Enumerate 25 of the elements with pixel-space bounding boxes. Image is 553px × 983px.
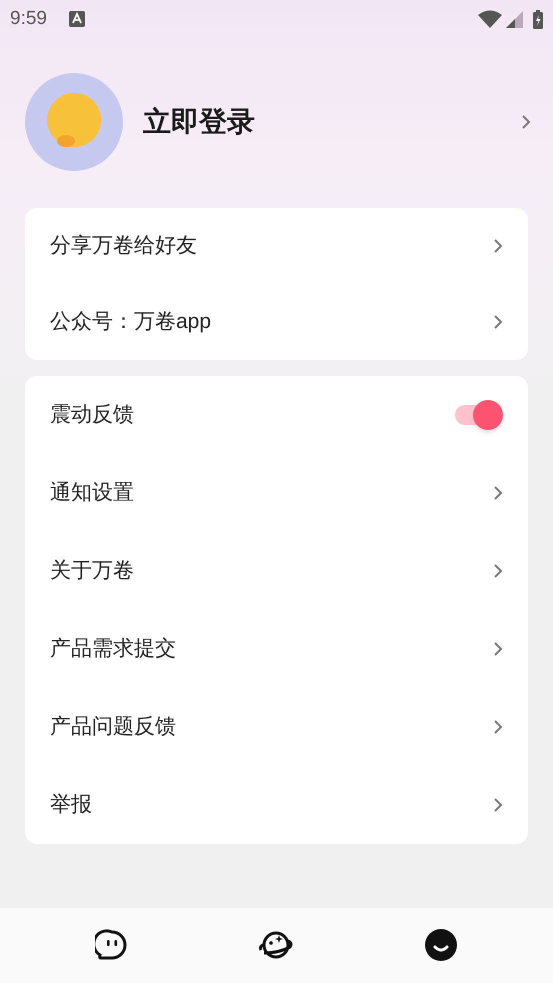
chevron-right-icon	[493, 238, 503, 254]
login-title[interactable]: 立即登录	[143, 101, 521, 143]
chevron-right-icon	[493, 719, 503, 735]
smiley-icon[interactable]	[424, 928, 458, 962]
setting-label[interactable]: 分享万卷给好友	[50, 230, 493, 262]
wifi-icon	[478, 10, 502, 28]
battery-icon	[533, 10, 543, 28]
chevron-right-icon	[521, 114, 531, 130]
setting-label[interactable]: 举报	[50, 789, 493, 821]
chevron-right-icon	[493, 563, 503, 579]
chevron-right-icon	[493, 797, 503, 813]
chat-bubble-icon[interactable]	[95, 928, 130, 962]
keyboard-icon	[68, 11, 85, 27]
chevron-right-icon	[493, 641, 503, 657]
setting-label[interactable]: 产品需求提交	[50, 633, 493, 665]
setting-label[interactable]: 震动反馈	[50, 399, 453, 431]
signal-icon	[506, 10, 523, 28]
setting-label[interactable]: 通知设置	[50, 477, 493, 509]
setting-label[interactable]: 关于万卷	[50, 555, 493, 587]
toggle-switch[interactable]	[453, 399, 503, 431]
chevron-right-icon	[493, 485, 503, 501]
setting-label[interactable]: 产品问题反馈	[50, 711, 493, 743]
setting-label[interactable]: 公众号：万卷app	[50, 306, 493, 338]
status-time: 9:59	[10, 6, 47, 31]
chevron-right-icon	[493, 314, 503, 330]
